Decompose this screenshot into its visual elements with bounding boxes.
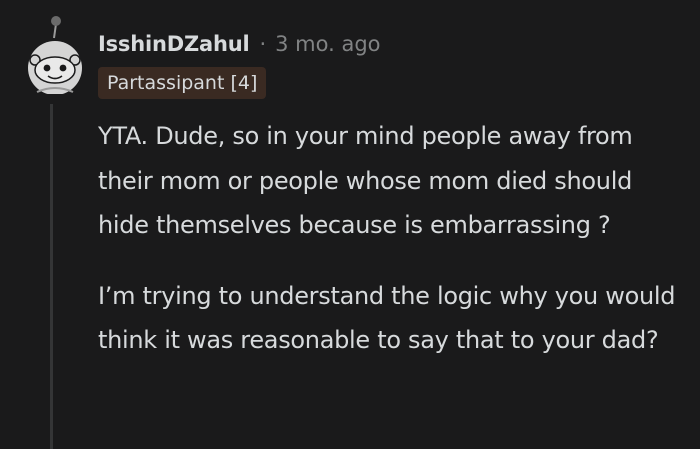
user-flair: Partassipant [4]: [98, 67, 267, 99]
comment-header: IsshinDZahul · 3 mo. ago: [98, 28, 381, 60]
author-username[interactable]: IsshinDZahul: [98, 32, 250, 56]
comment-timestamp[interactable]: 3 mo. ago: [275, 32, 380, 56]
comment-paragraph: I’m trying to understand the logic why y…: [98, 281, 676, 355]
comment-body: YTA. Dude, so in your mind people away f…: [98, 114, 688, 389]
meta-separator: ·: [259, 32, 267, 56]
snoo-avatar-icon: [28, 16, 82, 95]
comment: IsshinDZahul · 3 mo. ago Partassipant [4…: [0, 0, 700, 449]
avatar[interactable]: [23, 14, 83, 95]
thread-collapse-line[interactable]: [50, 104, 53, 449]
comment-paragraph: YTA. Dude, so in your mind people away f…: [98, 122, 633, 239]
